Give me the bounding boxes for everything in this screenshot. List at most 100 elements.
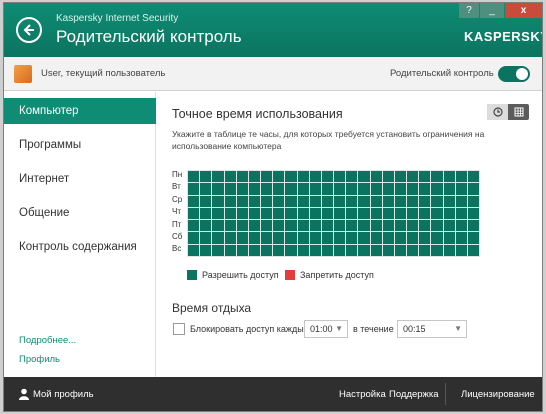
sidebar-item-computer[interactable]: Компьютер [4,98,156,124]
schedule-cell[interactable] [321,220,333,232]
schedule-cell[interactable] [419,171,431,183]
schedule-cell[interactable] [346,183,358,195]
schedule-cell[interactable] [334,195,346,207]
schedule-cell[interactable] [407,232,419,244]
schedule-cell[interactable] [236,195,248,207]
schedule-cell[interactable] [346,232,358,244]
schedule-cell[interactable] [382,232,394,244]
schedule-cell[interactable] [297,171,309,183]
schedule-cell[interactable] [358,207,370,220]
grid-view-button[interactable] [508,104,529,120]
schedule-cell[interactable] [358,232,370,244]
profile-link[interactable]: Профиль [19,354,60,365]
schedule-cell[interactable] [407,183,419,195]
schedule-cell[interactable] [321,207,333,220]
schedule-cell[interactable] [261,220,273,232]
schedule-cell[interactable] [443,183,455,195]
schedule-cell[interactable] [443,195,455,207]
minimize-button[interactable]: _ [480,3,504,18]
schedule-cell[interactable] [261,232,273,244]
schedule-cell[interactable] [431,195,443,207]
schedule-cell[interactable] [200,171,212,183]
schedule-cell[interactable] [248,207,260,220]
schedule-cell[interactable] [261,183,273,195]
schedule-cell[interactable] [455,171,467,183]
schedule-cell[interactable] [224,207,236,220]
schedule-cell[interactable] [467,232,479,244]
schedule-cell[interactable] [455,207,467,220]
schedule-cell[interactable] [370,207,382,220]
schedule-cell[interactable] [188,244,200,256]
schedule-cell[interactable] [394,171,406,183]
schedule-cell[interactable] [443,171,455,183]
schedule-cell[interactable] [188,232,200,244]
schedule-cell[interactable] [321,244,333,256]
schedule-cell[interactable] [346,171,358,183]
schedule-cell[interactable] [224,195,236,207]
schedule-cell[interactable] [334,232,346,244]
schedule-cell[interactable] [455,195,467,207]
schedule-cell[interactable] [455,220,467,232]
close-button[interactable]: x [505,3,542,18]
schedule-cell[interactable] [334,207,346,220]
schedule-cell[interactable] [431,171,443,183]
schedule-cell[interactable] [285,232,297,244]
schedule-cell[interactable] [407,244,419,256]
schedule-cell[interactable] [248,171,260,183]
schedule-cell[interactable] [443,244,455,256]
schedule-cell[interactable] [200,244,212,256]
schedule-cell[interactable] [273,183,285,195]
licensing-link[interactable]: Лицензирование [461,389,535,400]
schedule-cell[interactable] [200,183,212,195]
schedule-cell[interactable] [200,195,212,207]
clock-view-button[interactable] [487,104,508,120]
schedule-cell[interactable] [382,244,394,256]
schedule-cell[interactable] [431,244,443,256]
schedule-cell[interactable] [236,244,248,256]
schedule-cell[interactable] [407,195,419,207]
schedule-cell[interactable] [273,207,285,220]
schedule-cell[interactable] [285,244,297,256]
schedule-cell[interactable] [370,244,382,256]
schedule-cell[interactable] [224,244,236,256]
schedule-cell[interactable] [236,232,248,244]
schedule-cell[interactable] [346,195,358,207]
schedule-cell[interactable] [224,171,236,183]
schedule-cell[interactable] [394,207,406,220]
schedule-cell[interactable] [309,244,321,256]
schedule-cell[interactable] [334,220,346,232]
schedule-cell[interactable] [188,195,200,207]
schedule-cell[interactable] [431,207,443,220]
schedule-cell[interactable] [200,232,212,244]
schedule-cell[interactable] [358,183,370,195]
schedule-cell[interactable] [370,195,382,207]
schedule-cell[interactable] [236,183,248,195]
schedule-cell[interactable] [309,220,321,232]
schedule-cell[interactable] [419,244,431,256]
schedule-cell[interactable] [248,195,260,207]
schedule-cell[interactable] [297,244,309,256]
my-profile-link[interactable]: Мой профиль [33,389,94,400]
schedule-cell[interactable] [248,183,260,195]
block-during-select[interactable]: 00:15 ▼ [397,320,467,338]
schedule-cell[interactable] [224,220,236,232]
schedule-cell[interactable] [382,195,394,207]
schedule-cell[interactable] [309,171,321,183]
schedule-cell[interactable] [309,232,321,244]
schedule-cell[interactable] [370,183,382,195]
schedule-cell[interactable] [431,183,443,195]
sidebar-item-content-control[interactable]: Контроль содержания [4,234,156,260]
schedule-cell[interactable] [419,183,431,195]
schedule-cell[interactable] [224,183,236,195]
schedule-cell[interactable] [285,220,297,232]
schedule-cell[interactable] [394,183,406,195]
schedule-cell[interactable] [212,220,224,232]
back-button[interactable] [16,17,42,43]
schedule-cell[interactable] [212,232,224,244]
schedule-cell[interactable] [321,232,333,244]
schedule-cell[interactable] [224,232,236,244]
schedule-cell[interactable] [309,207,321,220]
schedule-cell[interactable] [419,220,431,232]
schedule-cell[interactable] [297,195,309,207]
schedule-cell[interactable] [273,244,285,256]
